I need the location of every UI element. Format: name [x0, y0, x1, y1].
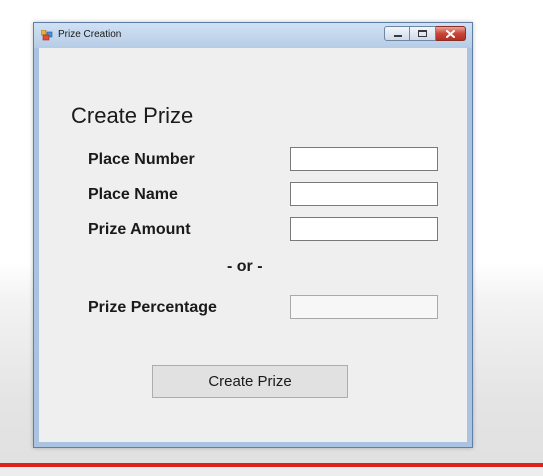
title-bar[interactable]: Prize Creation	[34, 23, 472, 48]
bottom-strip	[0, 467, 543, 476]
place-number-input[interactable]	[290, 147, 438, 171]
prize-percentage-input[interactable]	[290, 295, 438, 319]
maximize-button[interactable]	[410, 26, 436, 41]
place-name-input[interactable]	[290, 182, 438, 206]
minimize-icon	[394, 35, 402, 37]
place-name-label: Place Name	[88, 186, 178, 203]
place-number-label: Place Number	[88, 151, 195, 168]
close-icon	[436, 27, 465, 40]
close-button[interactable]	[436, 26, 466, 41]
prize-percentage-label: Prize Percentage	[88, 299, 217, 316]
form-client-area: Create Prize Place Number Place Name Pri…	[39, 48, 467, 442]
app-icon	[41, 30, 53, 41]
maximize-icon	[418, 30, 427, 37]
window-controls	[384, 26, 466, 42]
form-heading: Create Prize	[71, 103, 194, 128]
window-title: Prize Creation	[58, 29, 122, 40]
minimize-button[interactable]	[384, 26, 410, 41]
prize-creation-window: Prize Creation Create Prize Place Number…	[33, 22, 473, 448]
or-separator: - or -	[227, 258, 263, 275]
prize-amount-label: Prize Amount	[88, 221, 191, 238]
create-prize-button[interactable]: Create Prize	[152, 365, 348, 398]
prize-amount-input[interactable]	[290, 217, 438, 241]
